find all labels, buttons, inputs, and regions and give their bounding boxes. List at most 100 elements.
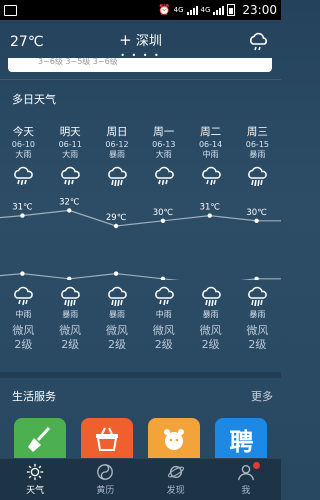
- tab-weather[interactable]: 天气: [0, 459, 70, 500]
- section-divider: [0, 372, 281, 378]
- night-column[interactable]: 暴雨 微风 2级: [187, 285, 234, 352]
- bottom-tab-bar: 天气 黄历 发现 我: [0, 458, 281, 500]
- wind-level: 2级: [14, 338, 33, 351]
- life-services-title: 生活服务: [12, 390, 56, 403]
- high-temp-label: 31℃: [200, 203, 221, 213]
- rain-moderate-icon: [201, 166, 221, 186]
- day-column[interactable]: 周一 06-13 大雨: [140, 124, 187, 187]
- network-4g-label: 4G: [173, 6, 184, 14]
- night-condition: 中雨: [155, 310, 172, 319]
- day-date: 06-11: [58, 140, 82, 149]
- wind-direction: 微风: [246, 324, 269, 337]
- more-button[interactable]: 更多: [251, 388, 273, 404]
- wind-level: 2级: [107, 338, 126, 351]
- night-column[interactable]: 中雨微风 2级: [140, 285, 187, 352]
- day-name: 今天: [12, 126, 34, 138]
- wind-direction: 微风: [105, 324, 128, 337]
- rain-moderate-icon: [154, 286, 174, 306]
- tab-discover[interactable]: 发现: [141, 459, 211, 500]
- day-column[interactable]: 周三 06-15 暴雨: [234, 124, 281, 187]
- rainstorm-icon: [61, 286, 81, 307]
- day-condition: 暴雨: [249, 150, 266, 159]
- shopping-service-button[interactable]: [80, 418, 133, 460]
- rainstorm-icon: [201, 286, 221, 307]
- daytime-forecast-row: 今天 06-10 大雨 明天 06-11 大雨 周日 06-12 暴雨 周一 06-13 大雨 周二 06…: [0, 124, 281, 187]
- wind-level: 2级: [61, 338, 80, 351]
- low-temp-point: [160, 276, 166, 280]
- tab-me[interactable]: 我: [211, 459, 281, 500]
- high-temp-label: 30℃: [246, 208, 267, 218]
- rain-heavy-icon: [14, 166, 34, 186]
- hourly-forecast-strip[interactable]: 3~6级 3~5级 3~6级: [8, 58, 272, 72]
- high-temp-point: [160, 218, 166, 223]
- day-name: 周日: [106, 126, 128, 138]
- jobs-label: 聘: [229, 427, 254, 456]
- signal-icon: [186, 5, 198, 15]
- cleaning-service-button[interactable]: [13, 418, 66, 460]
- clock: 23:00: [242, 3, 277, 17]
- pet-service-button[interactable]: [148, 418, 201, 460]
- day-name: 明天: [59, 126, 81, 138]
- low-temp-point: [67, 276, 72, 280]
- day-date: 06-15: [245, 140, 269, 149]
- wind-level: 2级: [154, 338, 173, 351]
- network-4g-label-2: 4G: [200, 6, 211, 14]
- rain-heavy-icon: [61, 166, 81, 186]
- day-column[interactable]: 周日 06-12 暴雨: [94, 124, 141, 187]
- night-condition: 中雨: [15, 310, 32, 319]
- low-temp-point: [113, 271, 119, 276]
- night-column[interactable]: 暴雨 微风 2级: [234, 285, 281, 352]
- day-condition: 大雨: [62, 150, 79, 159]
- day-condition: 暴雨: [108, 150, 125, 159]
- day-column[interactable]: 今天 06-10 大雨: [0, 124, 47, 187]
- status-bar: ⏰ 4G 4G 23:00: [0, 0, 281, 20]
- high-temp-label: 32℃: [59, 197, 80, 207]
- night-column[interactable]: 中雨微风 2级: [0, 285, 47, 352]
- day-column[interactable]: 明天 06-11 大雨: [47, 124, 94, 187]
- city-selector[interactable]: + 深圳: [0, 30, 281, 49]
- high-temp-label: 30℃: [153, 208, 174, 218]
- tab-almanac[interactable]: 黄历: [70, 459, 140, 500]
- day-condition: 中雨: [202, 150, 219, 159]
- day-name: 周一: [153, 126, 175, 138]
- notification-badge: [252, 462, 260, 469]
- day-condition: 大雨: [155, 150, 172, 159]
- wind-direction: 微风: [152, 324, 175, 337]
- high-temp-point: [20, 213, 25, 218]
- rainstorm-icon: [108, 166, 127, 187]
- jobs-service-button[interactable]: 聘: [215, 418, 268, 460]
- life-services: 生活服务 更多 聘: [0, 380, 281, 460]
- night-condition: 暴雨: [249, 310, 266, 319]
- low-temp-line: [0, 272, 281, 280]
- high-temp-point: [67, 208, 72, 213]
- wind-direction: 微风: [12, 324, 35, 337]
- basket-icon: [95, 427, 118, 451]
- high-temp-line: [0, 209, 281, 227]
- day-name: 周三: [246, 126, 268, 138]
- night-condition: 暴雨: [62, 310, 79, 319]
- city-name[interactable]: 深圳: [136, 34, 162, 49]
- signal-icon-2: [213, 5, 225, 15]
- rain-moderate-icon: [14, 286, 34, 306]
- night-column[interactable]: 暴雨 微风 2级: [47, 285, 94, 352]
- high-temp-point: [254, 218, 259, 223]
- day-condition: 大雨: [15, 150, 32, 159]
- rain-heavy-icon: [154, 166, 174, 186]
- night-condition: 暴雨: [108, 310, 125, 319]
- temperature-chart: 31℃32℃29℃30℃31℃30℃26℃25℃26℃25℃24℃25℃: [0, 197, 281, 280]
- gallery-notification-icon: [4, 4, 17, 16]
- add-city-icon[interactable]: +: [119, 31, 132, 49]
- day-date: 06-12: [105, 140, 129, 149]
- tab-weather-label: 天气: [26, 486, 45, 496]
- tab-discover-label: 发现: [166, 486, 185, 496]
- day-date: 06-13: [152, 140, 176, 149]
- planet-icon: [167, 465, 184, 479]
- day-date: 06-10: [11, 140, 36, 149]
- divider: [0, 79, 281, 80]
- day-column[interactable]: 周二 06-14 中雨: [187, 124, 234, 187]
- low-temp-point: [20, 271, 25, 276]
- night-column[interactable]: 暴雨微风 2级: [94, 285, 141, 352]
- wind-level: 2级: [201, 338, 220, 351]
- day-date: 06-14: [198, 140, 223, 149]
- night-forecast-row: 中雨 微风 2级 暴雨 微风 2级 暴雨 微风 2级 中雨 微风 2级 暴雨 微风 2级 暴雨 微风 2级: [0, 285, 281, 352]
